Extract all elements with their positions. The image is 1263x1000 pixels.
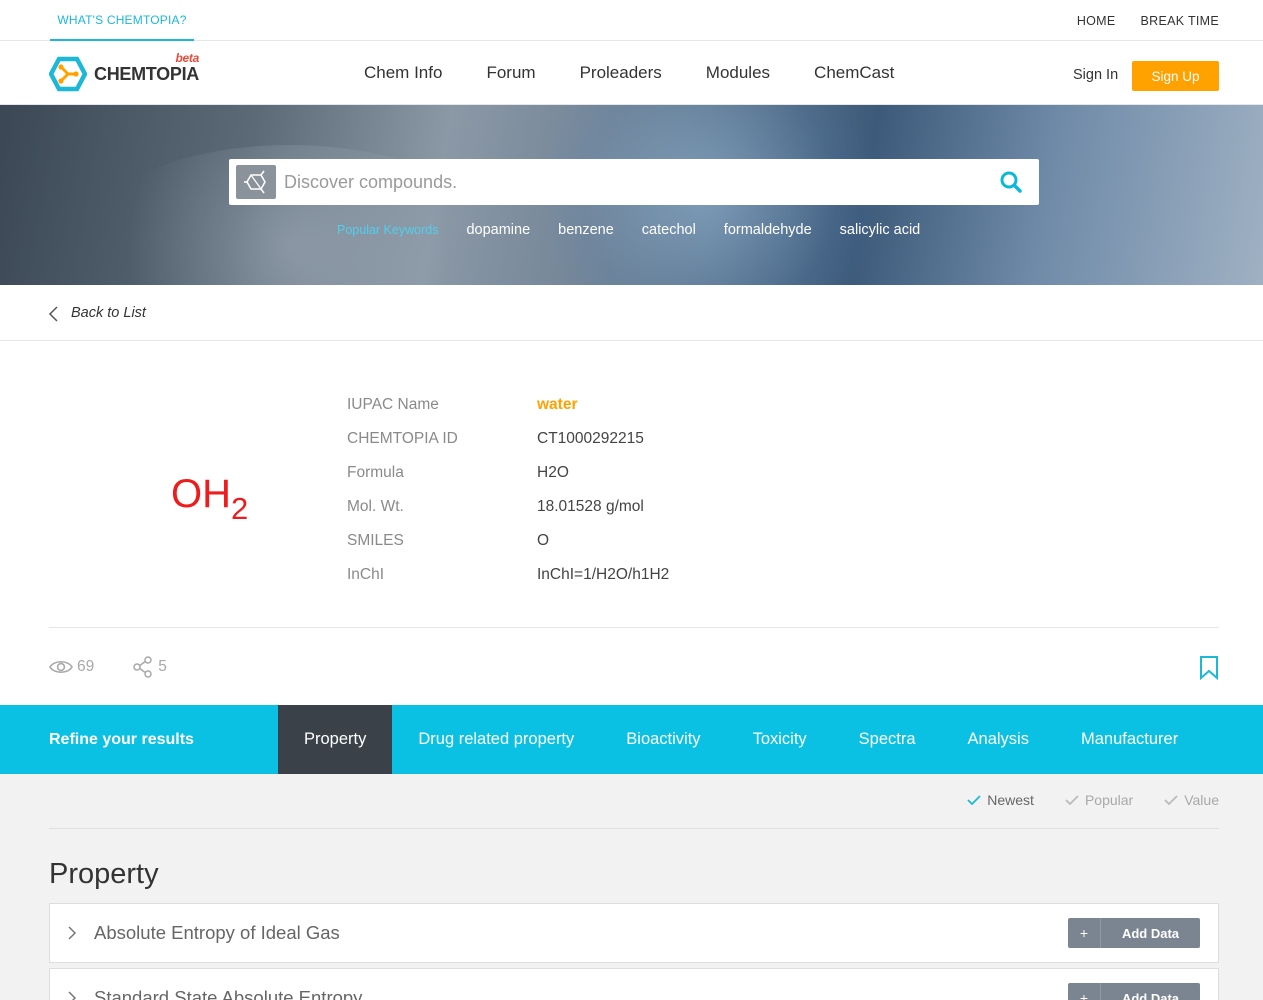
tab-analysis[interactable]: Analysis bbox=[942, 705, 1055, 774]
keyword-link[interactable]: formaldehyde bbox=[724, 222, 812, 238]
bookmark-icon[interactable] bbox=[1199, 656, 1219, 680]
sort-options: Newest Popular Value bbox=[967, 792, 1219, 808]
hero-banner: Popular Keywords dopamine benzene catech… bbox=[0, 105, 1263, 285]
info-value: InChI=1/H2O/h1H2 bbox=[537, 566, 670, 583]
tab-bioactivity[interactable]: Bioactivity bbox=[600, 705, 726, 774]
structure-text: OH bbox=[171, 472, 231, 516]
property-content: Newest Popular Value Property Absolute E… bbox=[0, 774, 1263, 1000]
tab-manufacturer[interactable]: Manufacturer bbox=[1055, 705, 1204, 774]
plus-icon: + bbox=[1068, 983, 1101, 1000]
back-to-list-link[interactable]: Back to List bbox=[71, 305, 146, 321]
nav-item-forum[interactable]: Forum bbox=[464, 63, 557, 83]
tab-property[interactable]: Property bbox=[278, 705, 393, 774]
refine-results-label: Refine your results bbox=[49, 730, 194, 748]
keyword-link[interactable]: salicylic acid bbox=[840, 222, 921, 238]
sort-popular[interactable]: Popular bbox=[1065, 792, 1133, 808]
add-data-label: Add Data bbox=[1121, 990, 1180, 1000]
sort-label: Value bbox=[1184, 792, 1219, 808]
content-divider bbox=[49, 828, 1219, 829]
compound-search-box bbox=[229, 159, 1039, 205]
hexagon-logo-icon bbox=[49, 56, 87, 92]
info-value: O bbox=[537, 532, 550, 549]
main-header: CHEMTOPIA beta Chem Info Forum Proleader… bbox=[0, 41, 1263, 105]
logo-wordmark: CHEMTOPIA beta bbox=[94, 51, 199, 85]
nav-item-chem-info[interactable]: Chem Info bbox=[342, 63, 464, 83]
popular-keywords: Popular Keywords dopamine benzene catech… bbox=[337, 220, 948, 240]
chevron-left-icon[interactable] bbox=[47, 306, 59, 322]
sort-newest[interactable]: Newest bbox=[967, 792, 1034, 808]
add-data-button[interactable]: + Add Data bbox=[1068, 983, 1200, 1000]
structure-image: OH2 bbox=[171, 472, 248, 531]
beta-badge: beta bbox=[175, 50, 200, 65]
back-bar: Back to List bbox=[0, 285, 1263, 341]
share-icon bbox=[133, 656, 152, 678]
info-key: SMILES bbox=[347, 532, 404, 549]
plus-icon: + bbox=[1068, 918, 1101, 948]
search-input[interactable] bbox=[284, 159, 964, 205]
tab-drug-related-property[interactable]: Drug related property bbox=[392, 705, 600, 774]
utility-bar: WHAT'S CHEMTOPIA? HOME BREAK TIME bbox=[0, 0, 1263, 41]
whats-chemtopia-link[interactable]: WHAT'S CHEMTOPIA? bbox=[50, 0, 194, 41]
tab-toxicity[interactable]: Toxicity bbox=[727, 705, 833, 774]
info-key: InChI bbox=[347, 566, 385, 583]
chemtopia-logo[interactable]: CHEMTOPIA beta bbox=[49, 51, 199, 92]
molecule-icon bbox=[244, 170, 266, 194]
result-tab-bar: Refine your results Property Drug relate… bbox=[0, 705, 1263, 774]
property-card[interactable]: Standard State Absolute Entropy + Add Da… bbox=[49, 968, 1219, 1000]
keyword-link[interactable]: benzene bbox=[558, 222, 614, 238]
check-icon bbox=[1065, 794, 1079, 805]
section-title: Property bbox=[49, 858, 159, 890]
structure-subscript: 2 bbox=[231, 491, 249, 526]
view-count-value: 69 bbox=[77, 658, 95, 675]
utility-links: HOME BREAK TIME bbox=[1077, 0, 1219, 41]
info-value: water bbox=[537, 396, 578, 413]
add-data-button[interactable]: + Add Data bbox=[1068, 918, 1200, 948]
info-key: Formula bbox=[347, 464, 404, 481]
keyword-link[interactable]: catechol bbox=[642, 222, 696, 238]
home-link[interactable]: HOME bbox=[1077, 14, 1116, 28]
info-key: Mol. Wt. bbox=[347, 498, 404, 515]
structure-draw-button[interactable] bbox=[236, 165, 276, 199]
info-value: H2O bbox=[537, 464, 569, 481]
check-icon bbox=[1164, 794, 1178, 805]
info-value: CT1000292215 bbox=[537, 430, 644, 447]
compound-stats: 69 5 bbox=[49, 655, 205, 679]
break-time-link[interactable]: BREAK TIME bbox=[1141, 14, 1219, 28]
sign-in-link[interactable]: Sign In bbox=[1073, 67, 1118, 83]
popular-keywords-label: Popular Keywords bbox=[337, 223, 439, 237]
sort-label: Popular bbox=[1084, 792, 1134, 808]
view-count: 69 bbox=[49, 658, 94, 676]
search-icon[interactable] bbox=[999, 170, 1023, 194]
keyword-link[interactable]: dopamine bbox=[466, 222, 530, 238]
whats-chemtopia-label: WHAT'S CHEMTOPIA? bbox=[57, 12, 187, 27]
sort-label: Newest bbox=[987, 792, 1034, 808]
logo-text: CHEMTOPIA bbox=[94, 63, 199, 84]
nav-item-modules[interactable]: Modules bbox=[684, 63, 792, 83]
tabs: Property Drug related property Bioactivi… bbox=[278, 705, 1204, 774]
nav-item-chemcast[interactable]: ChemCast bbox=[792, 63, 916, 83]
check-icon bbox=[967, 794, 981, 805]
property-title: Absolute Entropy of Ideal Gas bbox=[94, 922, 340, 943]
chevron-right-icon[interactable] bbox=[67, 926, 77, 940]
nav-item-proleaders[interactable]: Proleaders bbox=[558, 63, 684, 83]
info-value: 18.01528 g/mol bbox=[537, 498, 644, 515]
info-divider bbox=[49, 627, 1219, 628]
main-nav: Chem Info Forum Proleaders Modules ChemC… bbox=[342, 41, 916, 105]
eye-icon bbox=[49, 660, 73, 674]
share-count-value: 5 bbox=[158, 658, 167, 675]
add-data-label: Add Data bbox=[1121, 925, 1180, 941]
tab-spectra[interactable]: Spectra bbox=[833, 705, 942, 774]
chevron-right-icon[interactable] bbox=[67, 991, 77, 1000]
info-key: IUPAC Name bbox=[347, 396, 439, 413]
sort-value[interactable]: Value bbox=[1164, 792, 1219, 808]
info-key: CHEMTOPIA ID bbox=[347, 430, 458, 447]
property-title: Standard State Absolute Entropy bbox=[94, 987, 363, 1000]
sign-up-button[interactable]: Sign Up bbox=[1132, 61, 1219, 91]
sign-up-label: Sign Up bbox=[1151, 68, 1200, 84]
share-count[interactable]: 5 bbox=[132, 656, 167, 678]
property-card[interactable]: Absolute Entropy of Ideal Gas + Add Data bbox=[49, 903, 1219, 963]
